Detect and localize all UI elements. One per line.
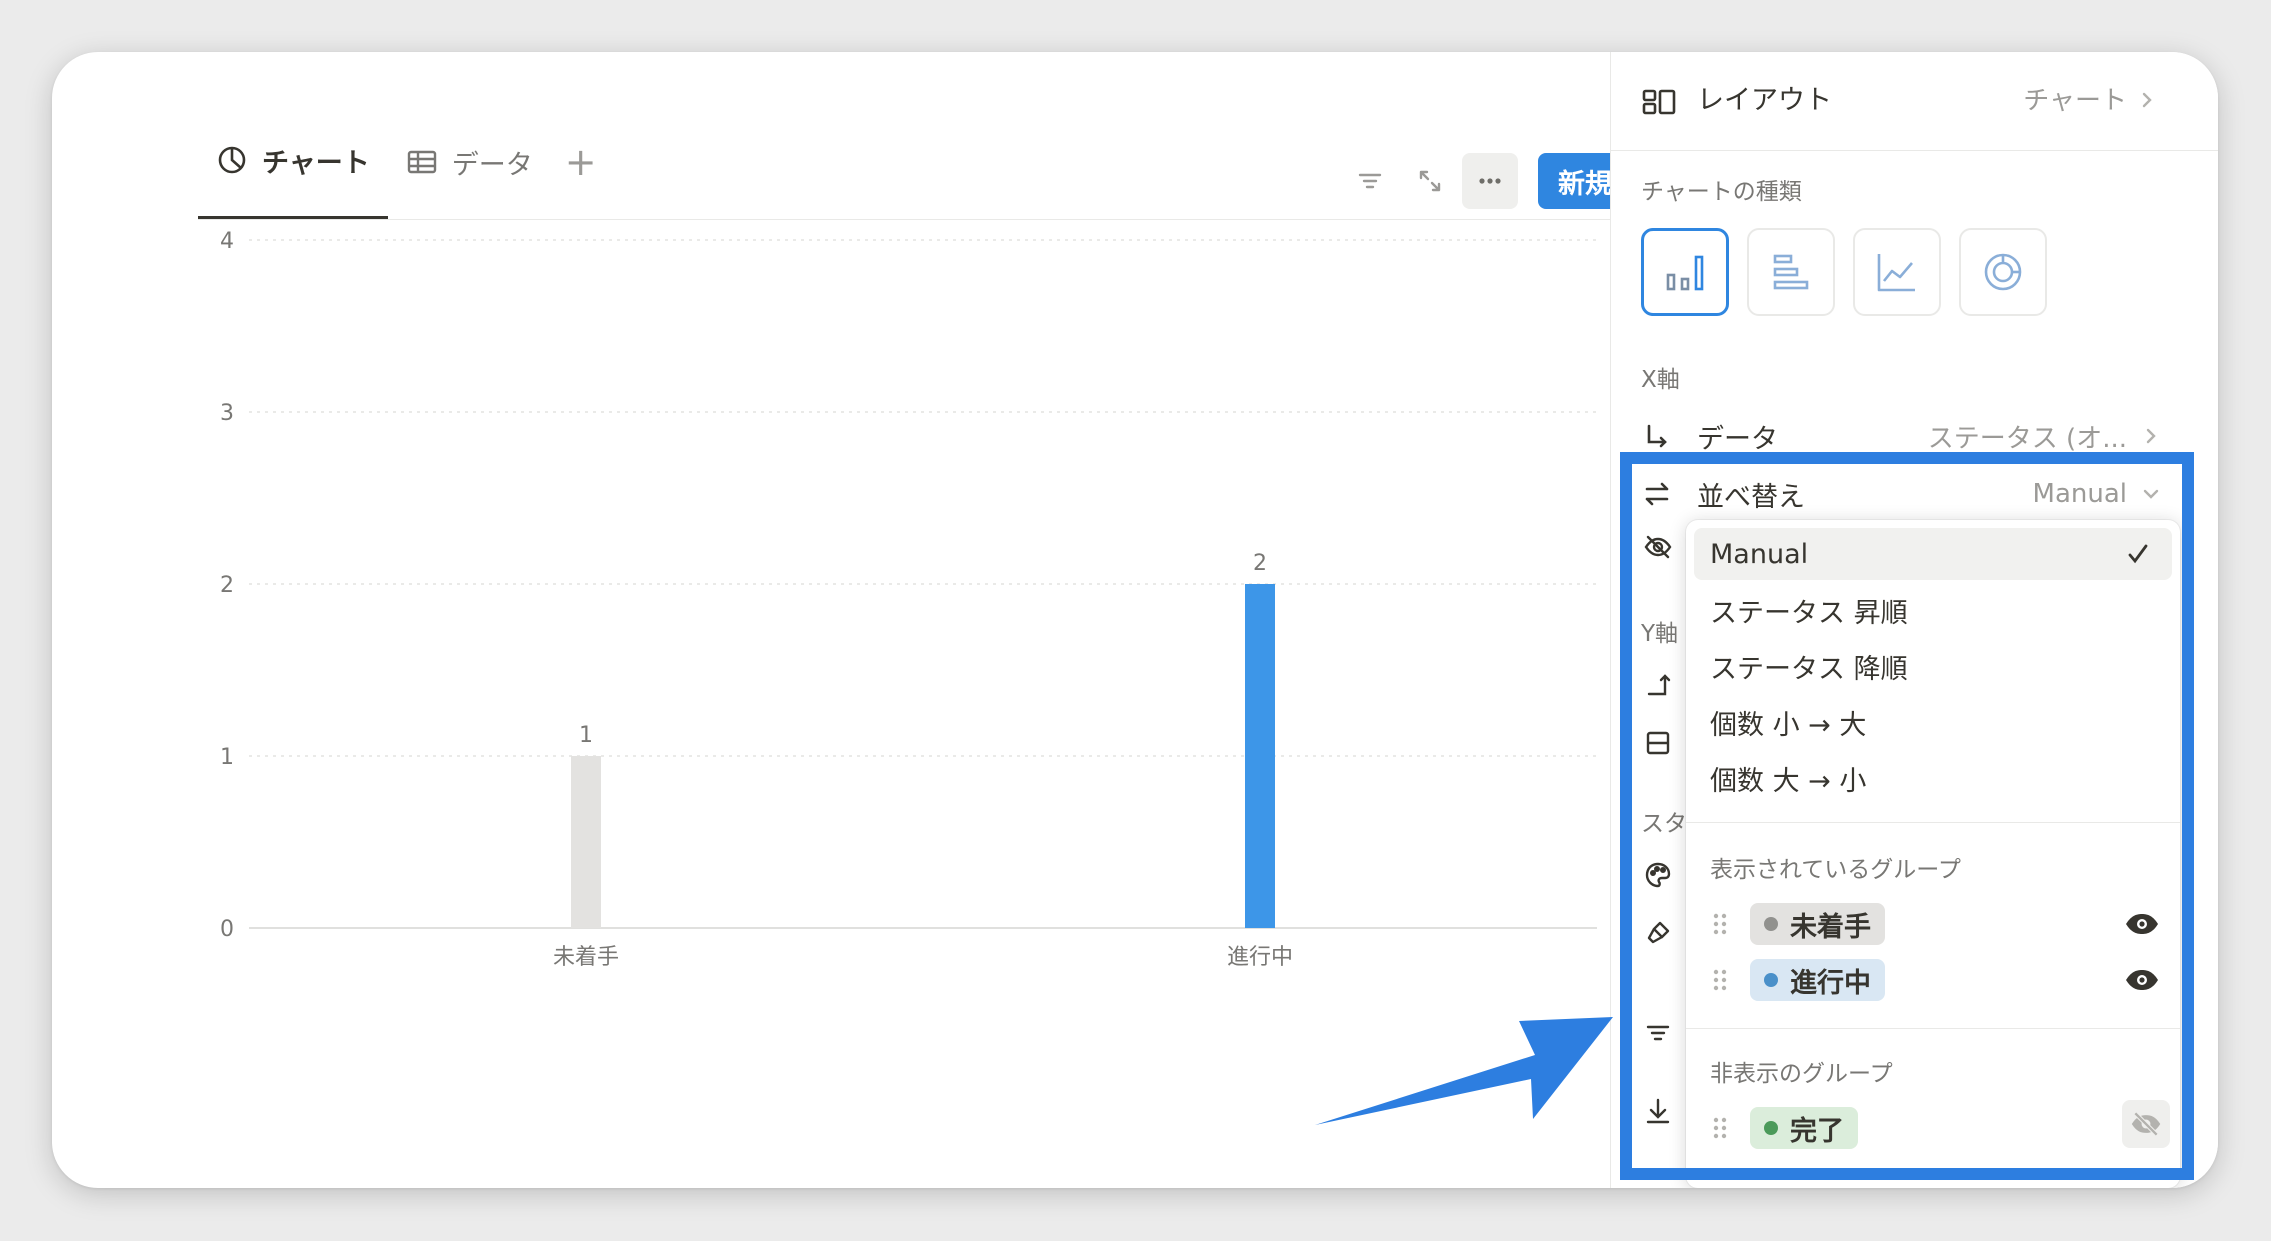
sort-dropdown-menu: Manual ステータス 昇順 ステータス 降順 個数 小 → 大 個数 大 →…	[1686, 520, 2180, 1188]
drag-handle-icon[interactable]	[1710, 1113, 1730, 1143]
chevron-right-icon	[2146, 428, 2156, 444]
chart-type-vertical-bar[interactable]	[1641, 228, 1729, 316]
line-chart-icon	[1877, 254, 1915, 292]
group-name: 完了	[1790, 1115, 1844, 1147]
panel-header[interactable]: レイアウト チャート	[1611, 52, 2218, 151]
sort-option-label: ステータス 昇順	[1710, 597, 1908, 629]
x-axis-data-value: ステータス (オ...	[1927, 423, 2127, 454]
visible-groups-label: 表示されているグループ	[1710, 857, 1961, 883]
sort-label: 並べ替え	[1697, 481, 1805, 513]
sort-option-label: 個数 小 → 大	[1710, 709, 1867, 741]
visible-group-row[interactable]: 進行中	[1710, 958, 2170, 1002]
palette-icon[interactable]	[1643, 860, 1673, 890]
menu-divider	[1686, 1028, 2180, 1029]
y-tick-label: 1	[220, 745, 234, 770]
chart-type-selector	[1641, 228, 2047, 316]
sort-option-count-asc[interactable]: 個数 小 → 大	[1694, 696, 2172, 748]
bar-data-label: 2	[1253, 551, 1267, 576]
swap-arrows-icon	[1645, 482, 1669, 506]
vertical-bar-chart-icon	[1666, 255, 1704, 291]
download-icon[interactable]	[1643, 1096, 1673, 1126]
status-dot	[1764, 917, 1778, 931]
eye-icon[interactable]	[2124, 962, 2160, 998]
horizontal-bar-chart-icon	[1773, 254, 1809, 290]
chart-type-donut[interactable]	[1959, 228, 2047, 316]
check-icon	[2128, 544, 2148, 564]
paint-brush-icon[interactable]	[1643, 918, 1673, 948]
drag-handle-icon[interactable]	[1710, 965, 1730, 995]
y-tick-label: 0	[220, 917, 234, 942]
chart-type-line[interactable]	[1853, 228, 1941, 316]
x-axis-data-row[interactable]: データ ステータス (オ...	[1641, 412, 2161, 460]
chevron-right-icon	[2142, 92, 2152, 108]
y-axis-label: Y軸	[1641, 621, 1679, 647]
group-name: 進行中	[1790, 967, 1871, 999]
corner-up-right-icon[interactable]	[1643, 668, 1673, 698]
hidden-groups-label: 非表示のグループ	[1710, 1061, 1893, 1087]
sort-option-label: ステータス 降順	[1710, 653, 1908, 685]
bar	[1245, 584, 1275, 928]
menu-divider	[1686, 822, 2180, 823]
sort-row[interactable]: 並べ替え Manual	[1641, 470, 2161, 518]
donut-chart-icon	[1984, 253, 2022, 291]
eye-icon[interactable]	[2124, 906, 2160, 942]
x-axis-label: X軸	[1641, 367, 1680, 393]
status-dot	[1764, 973, 1778, 987]
status-badge: 進行中	[1750, 959, 1885, 1001]
y-tick-label: 3	[220, 401, 234, 426]
sort-option-label: 個数 大 → 小	[1710, 765, 1867, 797]
sort-option-label: Manual	[1710, 538, 1809, 570]
filter-icon[interactable]	[1643, 1018, 1673, 1048]
layout-icon	[1642, 89, 1676, 115]
x-tick-label: 進行中	[1227, 945, 1293, 970]
y-tick-label: 2	[220, 573, 234, 598]
bar	[571, 756, 601, 928]
chart-type-horizontal-bar[interactable]	[1747, 228, 1835, 316]
group-name: 未着手	[1790, 911, 1871, 943]
sort-option-status-asc[interactable]: ステータス 昇順	[1694, 584, 2172, 636]
style-section-label: スタ	[1641, 811, 1687, 837]
eye-off-icon[interactable]	[1643, 532, 1673, 562]
status-badge: 未着手	[1750, 903, 1885, 945]
chevron-down-icon	[2143, 489, 2159, 499]
x-tick-label: 未着手	[553, 945, 619, 970]
sort-option-status-desc[interactable]: ステータス 降順	[1694, 640, 2172, 692]
drag-handle-icon[interactable]	[1710, 909, 1730, 939]
annotation-arrow-icon	[1315, 1017, 1613, 1125]
eye-off-icon	[2131, 1111, 2161, 1137]
bar-data-label: 1	[579, 723, 593, 748]
hidden-group-row[interactable]: 完了	[1710, 1100, 2170, 1150]
panel-title: レイアウト	[1697, 85, 1832, 116]
database-view-card: チャート データ + 新規 0 1 2 3 4 1 未着手 2 進行中 レイアウ…	[52, 52, 2218, 1188]
corner-down-right-icon	[1647, 424, 1667, 448]
status-badge: 完了	[1750, 1107, 1858, 1149]
visible-group-row[interactable]: 未着手	[1710, 902, 2170, 946]
show-group-button[interactable]	[2122, 1100, 2170, 1148]
chart-type-label: チャートの種類	[1641, 179, 1802, 205]
sort-value: Manual	[2032, 479, 2127, 509]
sort-option-manual[interactable]: Manual	[1694, 528, 2172, 580]
panel-layout-value: チャート	[2023, 86, 2127, 116]
status-dot	[1764, 1121, 1778, 1135]
group-by-icon[interactable]	[1643, 728, 1673, 758]
y-tick-label: 4	[220, 229, 234, 254]
x-axis-data-label: データ	[1697, 423, 1778, 455]
sort-option-count-desc[interactable]: 個数 大 → 小	[1694, 752, 2172, 804]
